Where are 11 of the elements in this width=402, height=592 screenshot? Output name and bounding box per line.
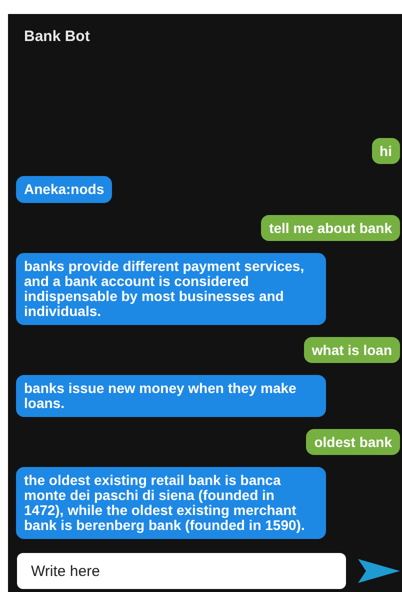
user-message: hi — [372, 138, 400, 164]
user-message: oldest bank — [306, 429, 400, 455]
user-message: what is loan — [304, 337, 400, 363]
bot-message: banks provide different payment services, and a bank account is considered indispensable by most businesses and individuals. — [16, 253, 326, 325]
user-message: tell me about bank — [261, 215, 400, 241]
bot-message: the oldest existing retail bank is banca monte dei paschi di siena (founded in 1472), while the oldest existing merchant bank is berenberg bank (founded in 1590). — [16, 467, 326, 539]
bot-message: Aneka:nods — [16, 176, 112, 203]
message-input[interactable]: Write here — [17, 553, 346, 589]
send-icon[interactable] — [358, 559, 400, 583]
app-title: Bank Bot — [23, 27, 91, 47]
bot-message: banks issue new money when they make loans. — [16, 375, 326, 417]
